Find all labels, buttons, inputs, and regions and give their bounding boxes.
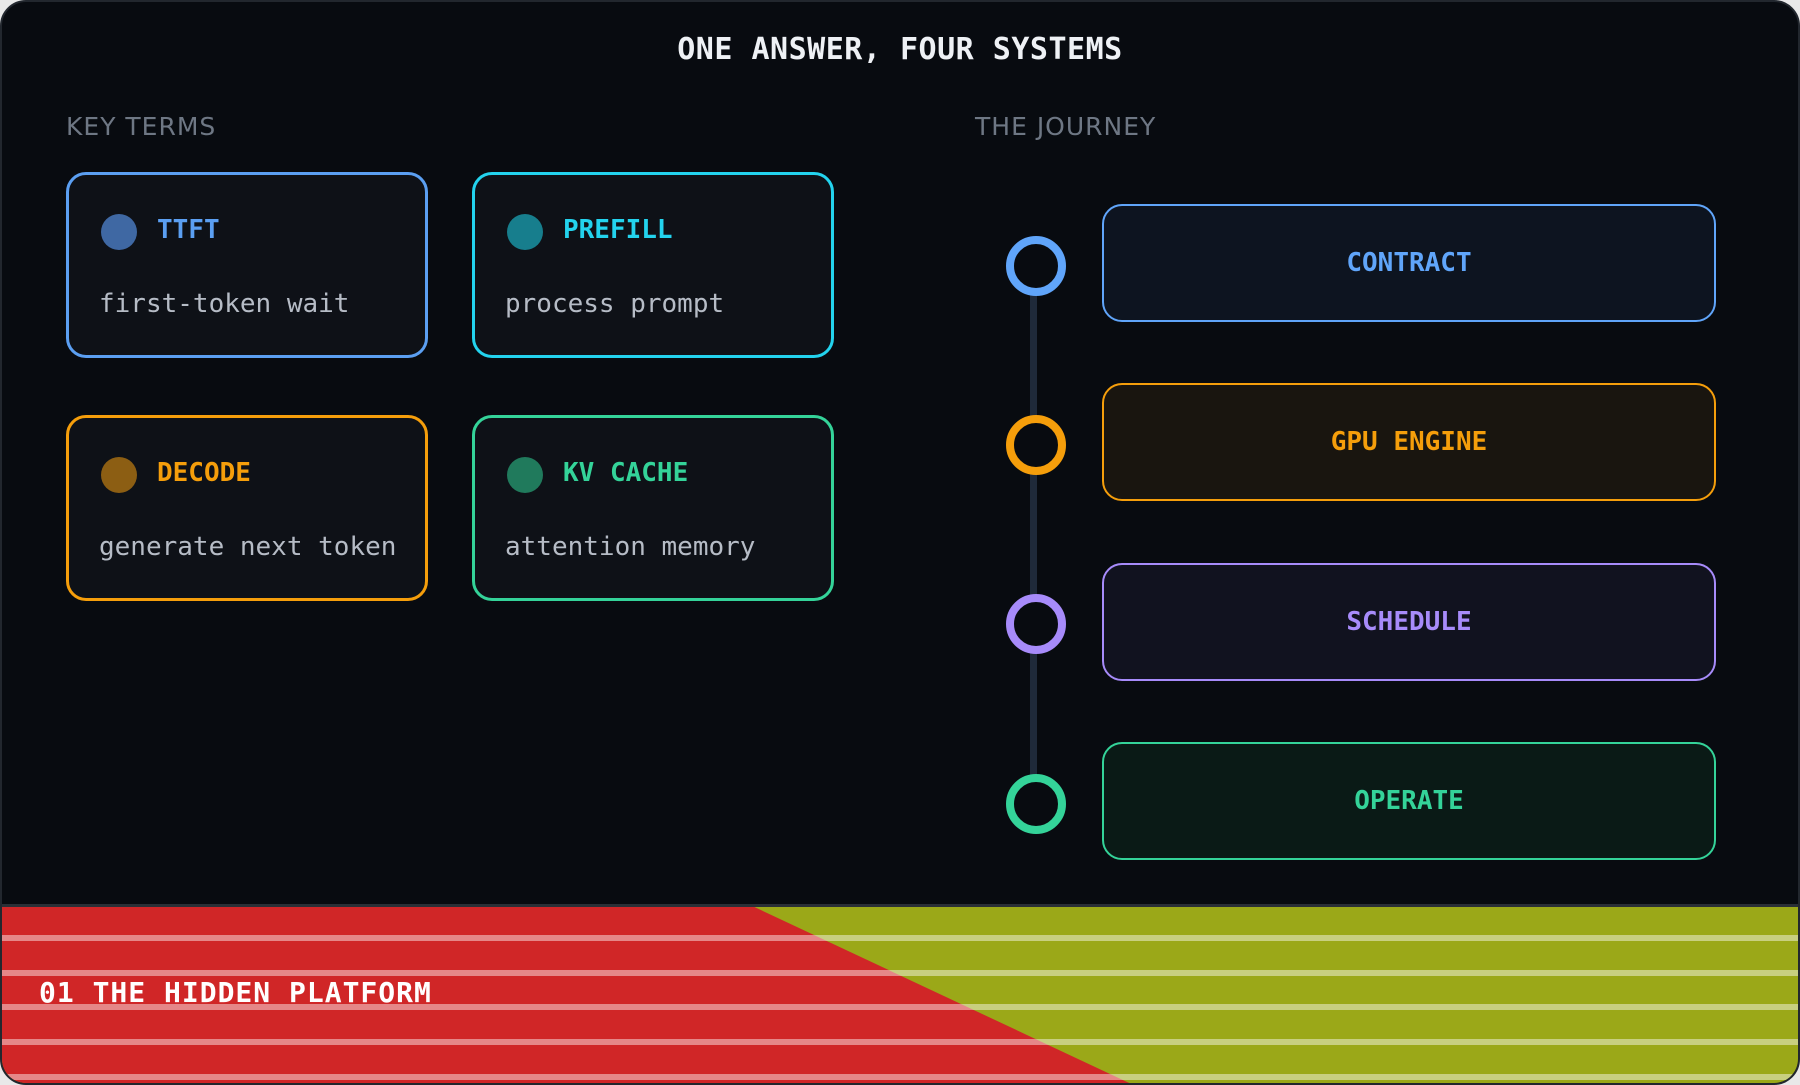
term-dot (101, 457, 137, 493)
term-card-prefill: PREFILL process prompt (472, 172, 834, 358)
term-card-ttft: TTFT first-token wait (66, 172, 428, 358)
term-card-decode: DECODE generate next token (66, 415, 428, 601)
term-name: DECODE (157, 458, 251, 488)
key-terms-heading: KEY TERMS (66, 112, 217, 141)
stage-gpu-engine: GPU ENGINE (1102, 383, 1716, 501)
timeline-rail (1030, 264, 1037, 802)
timeline-node-schedule (1006, 594, 1066, 654)
slide-title: ONE ANSWER, FOUR SYSTEMS (677, 32, 1123, 67)
chapter-title: 01 THE HIDDEN PLATFORM (39, 976, 432, 1009)
term-desc: attention memory (505, 532, 756, 562)
term-desc: first-token wait (99, 289, 350, 319)
term-desc: process prompt (505, 289, 725, 319)
stage-contract: CONTRACT (1102, 204, 1716, 322)
term-dot (507, 214, 543, 250)
term-name: KV CACHE (563, 458, 689, 488)
timeline-node-gpu-engine (1006, 415, 1066, 475)
term-dot (101, 214, 137, 250)
stage-schedule: SCHEDULE (1102, 563, 1716, 681)
term-desc: generate next token (99, 532, 397, 562)
banner-top-border (2, 904, 1798, 907)
term-dot (507, 457, 543, 493)
term-card-kv-cache: KV CACHE attention memory (472, 415, 834, 601)
slide-frame: ONE ANSWER, FOUR SYSTEMS KEY TERMS THE J… (0, 0, 1800, 1085)
banner-stripe (2, 1074, 1798, 1080)
stage-operate: OPERATE (1102, 742, 1716, 860)
journey-heading: THE JOURNEY (975, 112, 1157, 141)
timeline-node-contract (1006, 236, 1066, 296)
term-name: TTFT (157, 215, 220, 245)
banner-stripe (2, 935, 1798, 941)
timeline-node-operate (1006, 774, 1066, 834)
banner-stripe (2, 1039, 1798, 1045)
term-name: PREFILL (563, 215, 673, 245)
